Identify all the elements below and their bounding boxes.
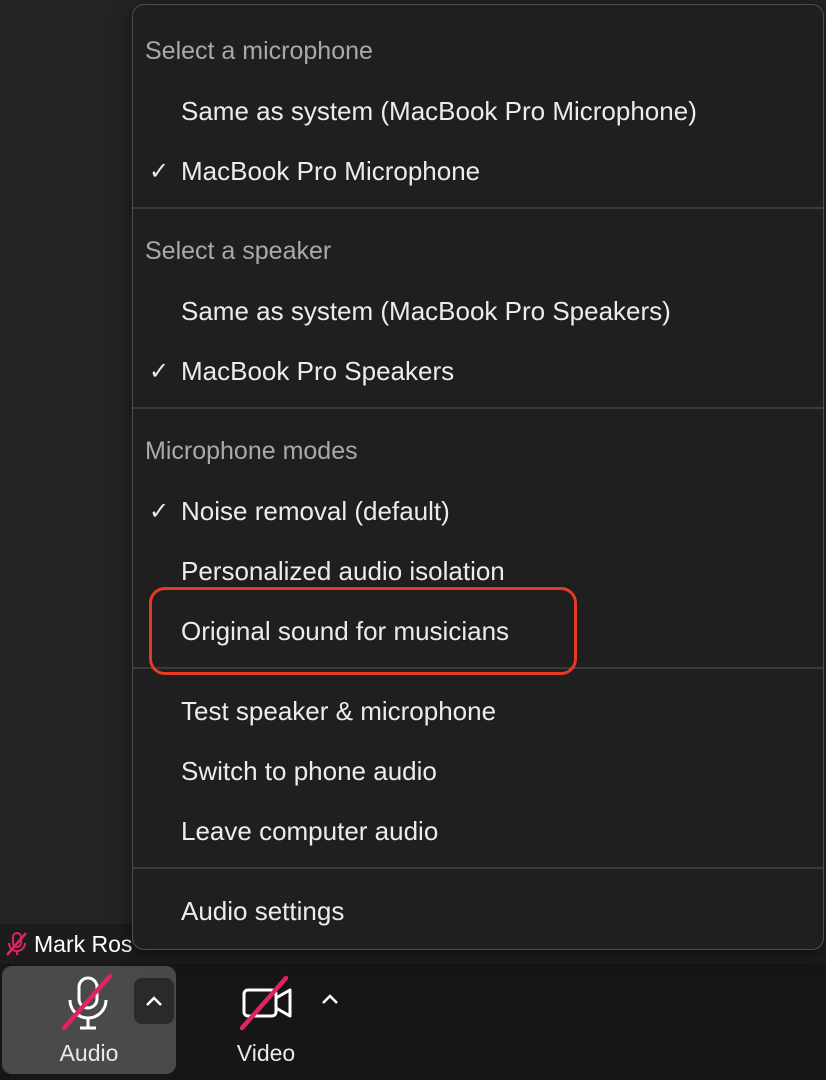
menu-item-noise-removal[interactable]: ✓ Noise removal (default)	[133, 483, 823, 539]
microphone-muted-icon	[6, 932, 27, 956]
section-title-speaker: Select a speaker	[145, 237, 332, 265]
microphone-muted-icon	[61, 973, 113, 1031]
checkmark-icon: ✓	[148, 357, 170, 385]
participant-name-tag: Mark Ros	[0, 928, 132, 960]
menu-item-label: MacBook Pro Microphone	[181, 155, 481, 186]
section-title-microphone: Select a microphone	[145, 37, 373, 65]
menu-item-speaker-same-as-system[interactable]: Same as system (MacBook Pro Speakers)	[133, 283, 823, 339]
menu-item-label: Same as system (MacBook Pro Speakers)	[181, 295, 671, 326]
menu-item-label: Same as system (MacBook Pro Microphone)	[181, 95, 697, 126]
video-button[interactable]: Video	[196, 966, 376, 1074]
menu-item-label: Noise removal (default)	[181, 495, 450, 526]
checkmark-icon: ✓	[148, 157, 170, 185]
participant-name: Mark Ros	[34, 930, 133, 957]
menu-item-mic-macbook[interactable]: ✓ MacBook Pro Microphone	[133, 143, 823, 199]
menu-item-label: Switch to phone audio	[181, 755, 437, 786]
menu-item-label: Personalized audio isolation	[181, 555, 505, 586]
video-label: Video	[236, 1040, 296, 1066]
menu-item-label: Audio settings	[181, 895, 345, 926]
divider	[133, 207, 823, 209]
section-title-modes: Microphone modes	[145, 437, 358, 465]
chevron-up-icon	[322, 994, 338, 1004]
audio-label: Audio	[59, 1040, 119, 1066]
divider	[133, 407, 823, 409]
menu-item-audio-settings[interactable]: Audio settings	[133, 883, 823, 939]
menu-item-switch-phone-audio[interactable]: Switch to phone audio	[133, 743, 823, 799]
audio-options-caret[interactable]	[134, 978, 174, 1024]
chevron-up-icon	[146, 996, 162, 1006]
divider	[133, 867, 823, 869]
menu-item-label: Test speaker & microphone	[181, 695, 497, 726]
meeting-toolbar: Audio Video	[0, 964, 826, 1080]
audio-options-menu: Select a microphone Same as system (MacB…	[132, 4, 824, 950]
audio-button[interactable]: Audio	[2, 966, 176, 1074]
menu-item-mic-same-as-system[interactable]: Same as system (MacBook Pro Microphone)	[133, 83, 823, 139]
menu-item-label: MacBook Pro Speakers	[181, 355, 455, 386]
camera-off-icon	[239, 975, 292, 1031]
video-options-caret[interactable]	[312, 976, 348, 1022]
checkmark-icon: ✓	[148, 497, 170, 525]
highlight-annotation	[149, 587, 577, 675]
menu-item-label: Leave computer audio	[181, 815, 439, 846]
menu-item-leave-computer-audio[interactable]: Leave computer audio	[133, 803, 823, 859]
menu-item-test-speaker-mic[interactable]: Test speaker & microphone	[133, 683, 823, 739]
menu-item-speaker-macbook[interactable]: ✓ MacBook Pro Speakers	[133, 343, 823, 399]
